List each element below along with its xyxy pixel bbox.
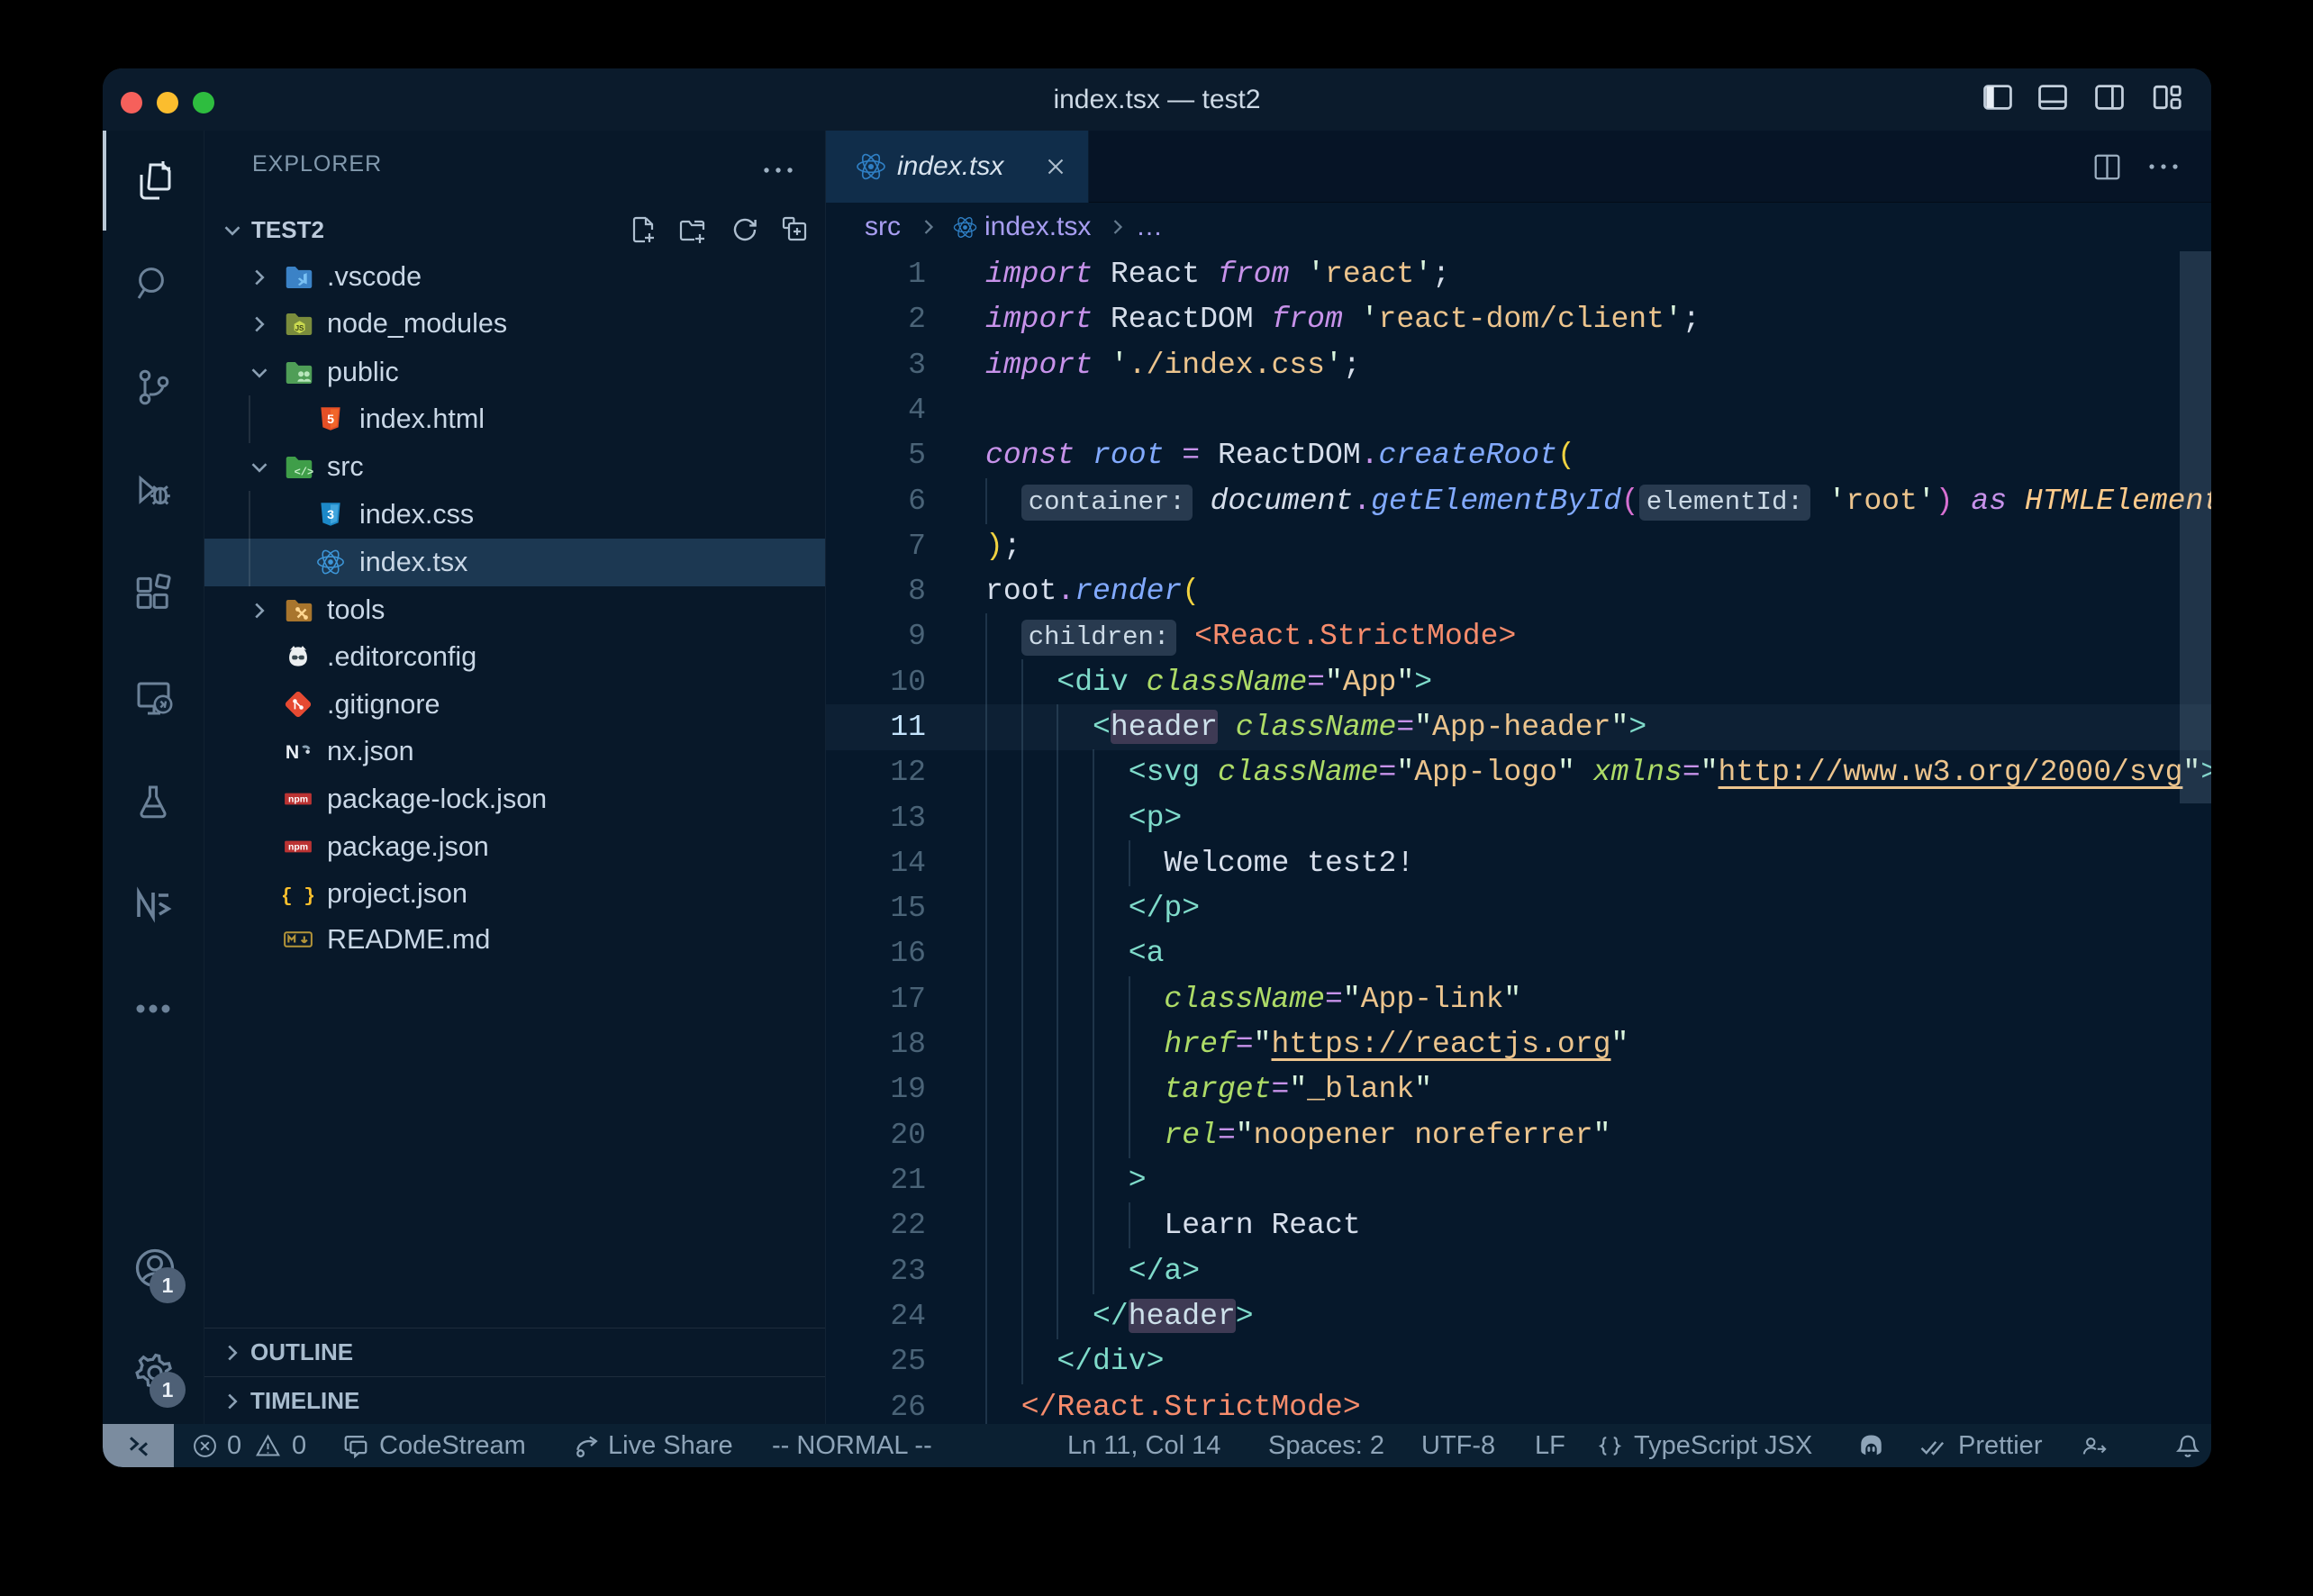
- svg-text:N: N: [286, 741, 299, 763]
- svg-text:{ }: { }: [283, 886, 313, 908]
- svg-text:JS: JS: [295, 324, 304, 332]
- svg-text:</>: </>: [295, 466, 314, 478]
- svg-text:npm: npm: [288, 795, 308, 805]
- svg-text:3: 3: [327, 508, 334, 522]
- svg-text:npm: npm: [288, 843, 308, 853]
- svg-text:5: 5: [327, 413, 334, 427]
